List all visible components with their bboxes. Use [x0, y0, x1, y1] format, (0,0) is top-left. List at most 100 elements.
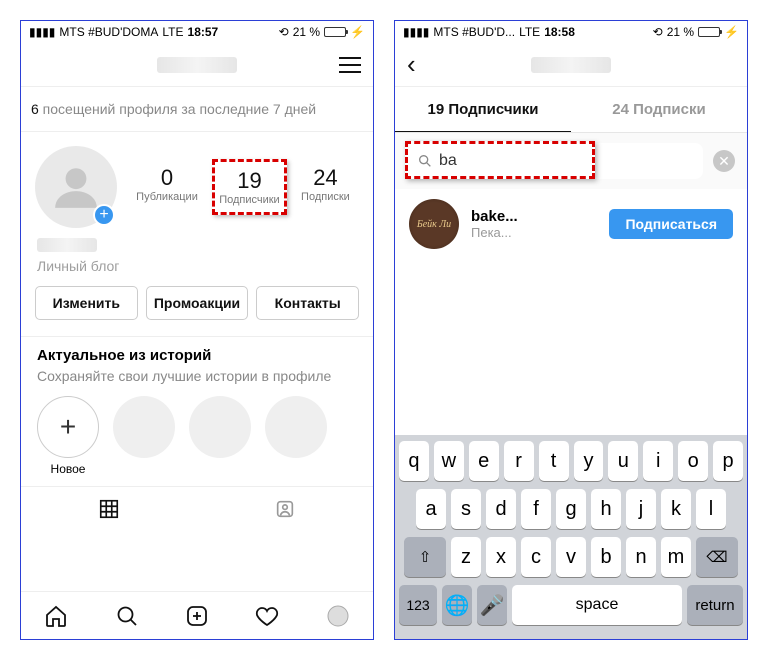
contacts-button[interactable]: Контакты — [256, 286, 359, 320]
statusbar: ▮▮▮▮ MTS #BUD'D... LTE 18:58 ⟲ 21 % ⚡ — [395, 21, 747, 43]
username-label[interactable] — [531, 57, 611, 73]
key-x[interactable]: x — [486, 537, 516, 577]
key-t[interactable]: t — [539, 441, 569, 481]
key-u[interactable]: u — [608, 441, 638, 481]
key-f[interactable]: f — [521, 489, 551, 529]
carrier-label: MTS #BUD'DOMA — [59, 25, 158, 39]
battery-icon — [698, 27, 720, 37]
posts-count: 0 — [161, 165, 173, 191]
statusbar: ▮▮▮▮ MTS #BUD'DOMA LTE 18:57 ⟲ 21 % ⚡ — [21, 21, 373, 43]
followers-count: 19 — [237, 168, 261, 194]
carrier-label: MTS #BUD'D... — [433, 25, 515, 39]
follow-button[interactable]: Подписаться — [609, 209, 733, 239]
signal-icon: ▮▮▮▮ — [29, 25, 55, 39]
story-new-label: Новое — [37, 462, 99, 476]
globe-key[interactable]: 🌐 — [442, 585, 472, 625]
bio-section: Личный блог — [21, 234, 373, 286]
kb-row-4: 123 🌐 🎤 space return — [399, 585, 743, 625]
shift-key[interactable]: ⇧ — [404, 537, 446, 577]
backspace-key[interactable]: ⌫ — [696, 537, 738, 577]
display-name — [37, 238, 97, 252]
profile-visits[interactable]: 6 посещений профиля за последние 7 дней — [21, 87, 373, 132]
promo-button[interactable]: Промоакции — [146, 286, 249, 320]
story-placeholder — [113, 396, 175, 458]
numbers-key[interactable]: 123 — [399, 585, 437, 625]
clock-label: 18:57 — [188, 25, 219, 39]
key-y[interactable]: y — [574, 441, 604, 481]
battery-percent: 21 % — [667, 25, 694, 39]
result-row[interactable]: Бейк Ли bake... Пека... Подписаться — [395, 189, 747, 259]
key-e[interactable]: e — [469, 441, 499, 481]
activity-icon[interactable] — [232, 592, 302, 639]
key-w[interactable]: w — [434, 441, 464, 481]
back-icon[interactable]: ‹ — [407, 49, 416, 80]
search-row: ba ✕ — [395, 133, 747, 189]
key-q[interactable]: q — [399, 441, 429, 481]
search-input[interactable]: ba — [407, 143, 703, 179]
key-d[interactable]: d — [486, 489, 516, 529]
tab-following[interactable]: 24 Подписки — [571, 87, 747, 132]
key-v[interactable]: v — [556, 537, 586, 577]
add-post-icon[interactable] — [162, 592, 232, 639]
key-l[interactable]: l — [696, 489, 726, 529]
home-icon[interactable] — [21, 592, 91, 639]
followers-header: ‹ — [395, 43, 747, 87]
key-g[interactable]: g — [556, 489, 586, 529]
following-count: 24 — [313, 165, 337, 191]
key-h[interactable]: h — [591, 489, 621, 529]
key-r[interactable]: r — [504, 441, 534, 481]
battery-percent: 21 % — [293, 25, 320, 39]
result-avatar[interactable]: Бейк Ли — [409, 199, 459, 249]
key-o[interactable]: o — [678, 441, 708, 481]
charging-icon: ⚡ — [350, 25, 365, 39]
grid-tab-icon[interactable] — [21, 487, 197, 530]
key-m[interactable]: m — [661, 537, 691, 577]
edit-button[interactable]: Изменить — [35, 286, 138, 320]
tab-followers[interactable]: 19 Подписчики — [395, 87, 571, 132]
key-b[interactable]: b — [591, 537, 621, 577]
menu-icon[interactable] — [339, 57, 361, 73]
stat-following[interactable]: 24 Подписки — [297, 159, 354, 215]
stat-posts[interactable]: 0 Публикации — [132, 159, 202, 215]
result-subtitle: Пека... — [471, 225, 597, 240]
space-key[interactable]: space — [512, 585, 682, 625]
key-k[interactable]: k — [661, 489, 691, 529]
search-icon — [417, 153, 433, 169]
clock-label: 18:58 — [544, 25, 575, 39]
stat-followers[interactable]: 19 Подписчики — [212, 159, 287, 215]
story-placeholder — [265, 396, 327, 458]
key-a[interactable]: a — [416, 489, 446, 529]
stories-section: Актуальное из историй Сохраняйте свои лу… — [21, 336, 373, 486]
key-p[interactable]: p — [713, 441, 743, 481]
profile-stats-row: + 0 Публикации 19 Подписчики 24 Подписки — [21, 132, 373, 234]
bio-category: Личный блог — [37, 258, 357, 274]
clear-icon[interactable]: ✕ — [713, 150, 735, 172]
following-label: Подписки — [301, 191, 350, 203]
search-value: ba — [439, 152, 457, 170]
action-buttons-row: Изменить Промоакции Контакты — [21, 286, 373, 336]
key-s[interactable]: s — [451, 489, 481, 529]
username-label[interactable] — [157, 57, 237, 73]
avatar[interactable]: + — [35, 146, 117, 228]
phone-profile: ▮▮▮▮ MTS #BUD'DOMA LTE 18:57 ⟲ 21 % ⚡ 6 … — [20, 20, 374, 640]
return-key[interactable]: return — [687, 585, 743, 625]
key-c[interactable]: c — [521, 537, 551, 577]
followers-label: Подписчики — [219, 194, 280, 206]
key-j[interactable]: j — [626, 489, 656, 529]
key-n[interactable]: n — [626, 537, 656, 577]
followers-tabs: 19 Подписчики 24 Подписки — [395, 87, 747, 133]
kb-row-2: asdfghjkl — [399, 489, 743, 529]
mic-key[interactable]: 🎤 — [477, 585, 507, 625]
search-icon[interactable] — [91, 592, 161, 639]
bottom-navbar — [21, 591, 373, 639]
orientation-icon: ⟲ — [279, 25, 289, 39]
key-i[interactable]: i — [643, 441, 673, 481]
story-placeholder — [189, 396, 251, 458]
add-story-icon[interactable]: + — [93, 204, 115, 226]
story-new[interactable]: + Новое — [37, 396, 99, 476]
key-z[interactable]: z — [451, 537, 481, 577]
profile-icon[interactable] — [303, 592, 373, 639]
tagged-tab-icon[interactable] — [197, 487, 373, 530]
kb-row-3: ⇧ zxcvbnm⌫ — [399, 537, 743, 577]
result-text: bake... Пека... — [471, 208, 597, 240]
